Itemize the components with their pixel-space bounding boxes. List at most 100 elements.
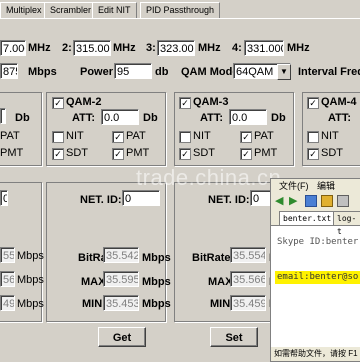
qam-3-att-input[interactable]: 0.0 (229, 109, 267, 125)
freq-3-input[interactable]: 323.000 (157, 40, 195, 56)
freq-3-label: 3: (146, 42, 156, 54)
qam-3-pat-checkbox[interactable]: ✓ (240, 131, 252, 143)
tab-multiplex[interactable]: Multiplex (0, 2, 48, 18)
folder-icon[interactable] (321, 195, 333, 207)
qam-4-sdt-label: SDT (321, 147, 343, 159)
net-id-1-input[interactable]: 0 (0, 190, 8, 206)
freq-1-unit: MHz (28, 42, 51, 54)
tab-divider (0, 18, 360, 19)
max-2-label: MAX (81, 276, 106, 288)
freq-1-input[interactable]: 7.000 (0, 40, 26, 56)
qam-3-att-label: ATT: (200, 112, 224, 124)
tab-scrambler[interactable]: Scrambler (44, 2, 98, 18)
watermark: trade.china.cn (136, 165, 282, 190)
set-button[interactable]: Set (210, 327, 258, 347)
tab-label: Edit NIT (98, 5, 131, 15)
menu-file[interactable]: 文件(F) (279, 181, 309, 191)
tab-label: Multiplex (6, 5, 42, 15)
qam-2-name: QAM-2 (66, 96, 102, 108)
qam-3-nit-checkbox[interactable] (179, 131, 191, 143)
freq-4-label: 4: (232, 42, 242, 54)
power-label: Power: (80, 66, 117, 78)
bitrate-1-value: 554 (0, 247, 15, 263)
notepad-status-bar: 如需帮助文件，请按 F1 (271, 347, 360, 361)
min-1-value: 49 (0, 295, 15, 311)
freq-2-unit: MHz (113, 42, 136, 54)
tab-label: Scrambler (50, 5, 92, 15)
tab-log[interactable]: log-t (333, 211, 360, 236)
qam-4-nit-label: NIT (321, 130, 339, 142)
forward-arrow-icon[interactable]: ▶ (289, 194, 297, 207)
status-text: 如需帮助文件，请按 F1 (274, 349, 358, 358)
freq-2-label: 2: (62, 42, 72, 54)
tab-edit-nit[interactable]: Edit NIT (92, 2, 137, 18)
qam-4-sdt-checkbox[interactable]: ✓ (307, 148, 319, 160)
qam-2-sdt-checkbox[interactable]: ✓ (52, 148, 64, 160)
qam-3-pat-label: PAT (254, 130, 274, 142)
qam-1-pat-label: PAT (0, 130, 20, 142)
qam-3-pmt-label: PMT (254, 147, 278, 159)
tab-pid-passthrough[interactable]: PID Passthrough (140, 2, 221, 18)
qam-3-db-unit: Db (271, 112, 286, 124)
max-1-value: 565 (0, 271, 15, 287)
qam-1-db-unit: Db (15, 112, 30, 124)
qam-2-pmt-checkbox[interactable]: ✓ (112, 148, 124, 160)
get-button[interactable]: Get (98, 327, 146, 347)
min-2-value: 35.453 (103, 295, 139, 311)
max-2-unit: Mbps (142, 276, 171, 288)
freq-3-unit: MHz (198, 42, 221, 54)
net-id-2-input[interactable]: 0 (122, 190, 160, 206)
qam-2-nit-checkbox[interactable] (52, 131, 64, 143)
notepad-line-email: email:benter@so (277, 272, 359, 282)
rate-unit: Mbps (28, 66, 57, 78)
qam-2-pat-checkbox[interactable]: ✓ (112, 131, 124, 143)
save-icon[interactable] (337, 195, 349, 207)
min-2-unit: Mbps (142, 298, 171, 310)
freq-4-input[interactable]: 331.000 (244, 40, 284, 56)
notepad-tabs: benter.txt log-t (271, 209, 360, 236)
tab-label: PID Passthrough (146, 5, 215, 15)
qam-4-att-label: ATT: (328, 112, 352, 124)
min-3-value: 35.459 (230, 295, 266, 311)
qam-3-checkbox[interactable]: ✓ (179, 97, 191, 109)
rate-input[interactable]: 875 (0, 63, 18, 79)
net-id-3-label: NET. ID: (208, 194, 250, 206)
qam-2-att-input[interactable]: 0.0 (101, 109, 139, 125)
qam-1-pmt-label: PMT (0, 147, 24, 159)
qam-2-nit-label: NIT (66, 130, 84, 142)
qam-2-att-label: ATT: (72, 112, 96, 124)
qam-3-sdt-label: SDT (193, 147, 215, 159)
power-input[interactable]: 95 (114, 63, 152, 79)
qam-4-name: QAM-4 (321, 96, 357, 108)
max-3-value: 35.566 (230, 271, 266, 287)
bitrate-2-value: 35.542 (103, 247, 139, 263)
qam-2-checkbox[interactable]: ✓ (52, 97, 64, 109)
chevron-down-icon[interactable]: ▼ (277, 64, 291, 80)
notepad-window: 文件(F) 编辑 ◀ ▶ benter.txt log-t Skype ID:b… (270, 178, 360, 362)
bitrate-3-label: BitRate: (192, 252, 235, 264)
refresh-icon[interactable] (305, 195, 317, 207)
qam-4-nit-checkbox[interactable] (307, 131, 319, 143)
max-2-value: 35.595 (103, 271, 139, 287)
notepad-menubar: 文件(F) 编辑 (271, 179, 360, 193)
freq-4-unit: MHz (287, 42, 310, 54)
bitrate-2-unit: Mbps (142, 252, 171, 264)
back-arrow-icon[interactable]: ◀ (275, 194, 283, 207)
net-id-2-label: NET. ID: (80, 194, 122, 206)
menu-edit[interactable]: 编辑 (317, 181, 335, 191)
min-3-label: MIN (210, 298, 231, 310)
qam-3-nit-label: NIT (193, 130, 211, 142)
qam-2-db-unit: Db (143, 112, 158, 124)
qam-3-sdt-checkbox[interactable]: ✓ (179, 148, 191, 160)
qam-3-name: QAM-3 (193, 96, 229, 108)
bitrate-1-unit: Mbps (17, 250, 44, 262)
qam-3-pmt-checkbox[interactable]: ✓ (240, 148, 252, 160)
qam-2-sdt-label: SDT (66, 147, 88, 159)
tab-benter-txt[interactable]: benter.txt (279, 211, 336, 225)
power-unit: db (155, 66, 169, 78)
bitrate-3-value: 35.554 (230, 247, 266, 263)
qam-1-att-input[interactable] (0, 108, 6, 124)
freq-2-input[interactable]: 315.000 (73, 40, 111, 56)
qam-4-checkbox[interactable]: ✓ (307, 97, 319, 109)
notepad-toolbar: ◀ ▶ (271, 193, 360, 209)
